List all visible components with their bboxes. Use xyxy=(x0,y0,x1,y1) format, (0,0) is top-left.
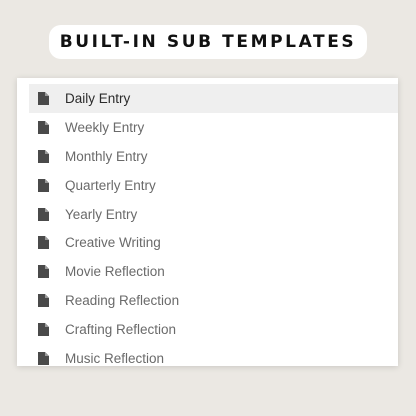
document-icon xyxy=(38,351,49,365)
list-item-daily-entry[interactable]: Daily Entry xyxy=(29,84,398,113)
document-icon xyxy=(38,91,49,105)
list-item-label: Quarterly Entry xyxy=(65,177,156,193)
document-icon xyxy=(38,178,49,192)
list-item-quarterly-entry[interactable]: Quarterly Entry xyxy=(29,171,398,200)
document-icon xyxy=(38,207,49,221)
list-item-label: Yearly Entry xyxy=(65,206,138,222)
list-item-label: Creative Writing xyxy=(65,235,161,251)
document-icon xyxy=(38,120,49,134)
document-icon xyxy=(38,294,49,308)
list-item-crafting-reflection[interactable]: Crafting Reflection xyxy=(29,315,398,344)
title-banner: BUILT-IN SUB TEMPLATES xyxy=(49,25,367,59)
list-item-label: Reading Reflection xyxy=(65,293,180,309)
list-item-label: Daily Entry xyxy=(65,90,131,106)
list-item-weekly-entry[interactable]: Weekly Entry xyxy=(29,113,398,142)
document-icon xyxy=(38,323,49,337)
list-item-label: Monthly Entry xyxy=(65,148,148,164)
list-item-creative-writing[interactable]: Creative Writing xyxy=(29,228,398,257)
list-item-movie-reflection[interactable]: Movie Reflection xyxy=(29,257,398,286)
page-title: BUILT-IN SUB TEMPLATES xyxy=(59,32,357,52)
list-item-reading-reflection[interactable]: Reading Reflection xyxy=(29,286,398,315)
document-icon xyxy=(38,265,49,279)
template-dropdown-panel: Daily Entry Weekly Entry Monthly Entry Q… xyxy=(17,78,398,366)
list-item-label: Crafting Reflection xyxy=(65,322,177,338)
template-list: Daily Entry Weekly Entry Monthly Entry Q… xyxy=(29,84,398,366)
list-item-label: Weekly Entry xyxy=(65,119,145,135)
document-icon xyxy=(38,149,49,163)
list-item-yearly-entry[interactable]: Yearly Entry xyxy=(29,200,398,229)
list-item-monthly-entry[interactable]: Monthly Entry xyxy=(29,142,398,171)
list-item-label: Movie Reflection xyxy=(65,264,165,280)
document-icon xyxy=(38,236,49,250)
list-item-music-reflection[interactable]: Music Reflection xyxy=(29,344,398,366)
list-item-label: Music Reflection xyxy=(65,350,165,366)
